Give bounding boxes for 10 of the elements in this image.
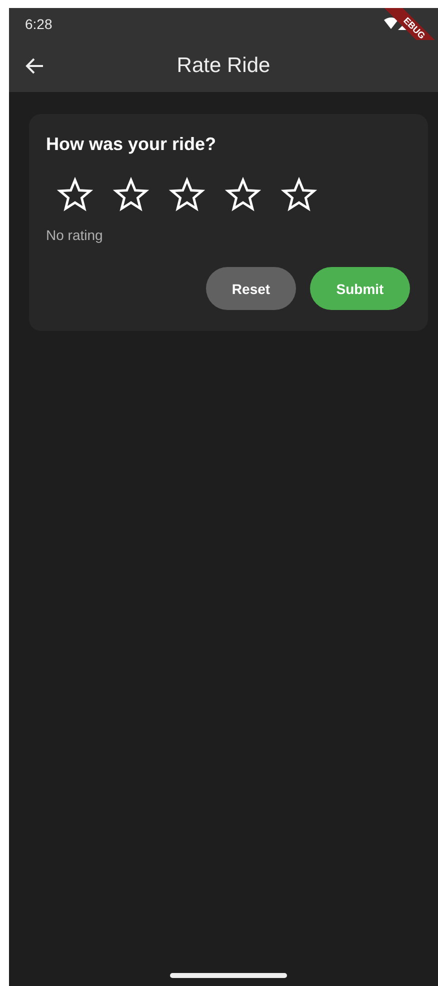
card-title: How was your ride? <box>46 134 218 155</box>
reset-button[interactable]: Reset <box>206 267 296 310</box>
star-icon[interactable] <box>57 177 93 213</box>
star-icon[interactable] <box>225 177 261 213</box>
star-icon[interactable] <box>281 177 317 213</box>
star-icon[interactable] <box>169 177 205 213</box>
rating-label: No rating <box>46 227 104 243</box>
screen-title: Rate Ride <box>176 54 270 78</box>
star-icon[interactable] <box>113 177 149 213</box>
status-time: 6:28 <box>25 16 52 32</box>
